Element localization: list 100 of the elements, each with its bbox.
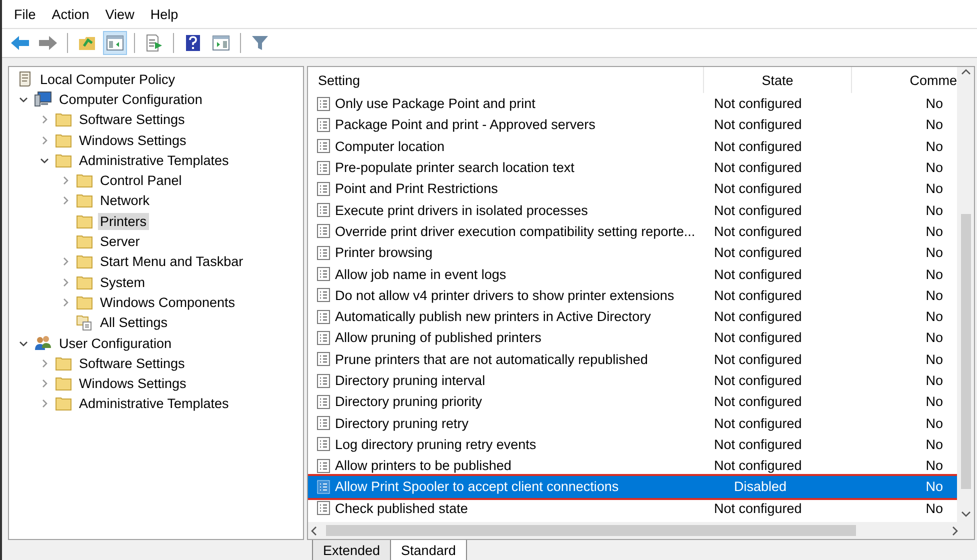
menu-item[interactable]: File — [8, 6, 46, 22]
tree-item[interactable]: Start Menu and Taskbar — [98, 253, 246, 270]
comment-cell-text: No — [924, 202, 944, 218]
scroll-up-icon[interactable] — [960, 67, 970, 77]
setting-icon — [316, 116, 331, 133]
setting-name: Do not allow v4 printer drivers to show printer extensions — [335, 288, 674, 303]
setting-icon — [316, 266, 331, 282]
expand-chevron-icon[interactable] — [40, 399, 49, 408]
table-row[interactable]: Allow pruning of published printers Not configured No — [308, 327, 957, 349]
setting-icon — [316, 394, 331, 410]
tree-pane-icon[interactable] — [106, 35, 124, 51]
table-row[interactable]: Point and Print Restrictions Not configured No — [308, 178, 957, 200]
state-cell-text: Not configured — [713, 96, 803, 112]
setting-name: Printer browsing — [335, 245, 433, 260]
tree-item[interactable]: Computer Configuration — [57, 90, 204, 108]
tree-item[interactable]: Control Panel — [98, 172, 184, 190]
setting-name: Computer location — [335, 138, 445, 154]
expand-chevron-icon[interactable] — [61, 176, 70, 186]
state-cell-text: Not configured — [713, 394, 803, 410]
view-tab[interactable]: Extended — [312, 540, 392, 560]
menu-item[interactable]: View — [99, 6, 144, 22]
table-row[interactable]: Computer location Not configured No — [308, 136, 957, 157]
setting-name: Log directory pruning retry events — [335, 436, 536, 452]
setting-icon — [316, 287, 331, 304]
view-tab[interactable]: Standard — [390, 540, 467, 560]
setting-name: Only use Package Point and print — [335, 96, 536, 112]
folder-icon — [55, 376, 72, 392]
table-row[interactable]: Directory pruning retry Not configured No — [308, 412, 957, 434]
tree-item[interactable]: Network — [98, 192, 152, 210]
table-row[interactable]: Allow job name in event logs Not configured No — [308, 263, 957, 285]
table-row[interactable]: Only use Package Point and print Not configured No — [308, 93, 957, 114]
tree-item[interactable]: Administrative Templates — [77, 152, 231, 169]
collapse-chevron-icon[interactable] — [19, 338, 28, 348]
expand-chevron-icon[interactable] — [40, 115, 49, 124]
column-header[interactable]: Setting — [308, 67, 704, 93]
tree-item[interactable]: Printers — [98, 212, 149, 230]
computer-icon — [34, 91, 52, 108]
folder-icon — [55, 152, 72, 168]
comment-cell-text: No — [924, 373, 944, 388]
expand-chevron-icon[interactable] — [61, 298, 70, 307]
tree-item[interactable]: Windows Settings — [77, 132, 188, 149]
tree-item[interactable]: Windows Components — [98, 294, 238, 311]
setting-icon — [316, 478, 331, 495]
tree-item[interactable]: Local Computer Policy — [38, 70, 178, 88]
highlighted-table-row[interactable]: Allow Print Spooler to accept client connections Disabled No — [308, 476, 957, 498]
expand-chevron-icon[interactable] — [61, 278, 70, 287]
action-pane-icon[interactable] — [212, 35, 230, 51]
help-icon[interactable] — [185, 34, 201, 52]
setting-icon — [316, 160, 331, 176]
expand-chevron-icon[interactable] — [40, 136, 49, 145]
setting-icon — [316, 436, 331, 452]
table-row[interactable]: Package Point and print - Approved servers Not configured No — [308, 114, 957, 136]
state-cell-text: Not configured — [713, 330, 803, 346]
table-row[interactable]: Allow printers to be published Not configured No — [308, 455, 957, 476]
setting-name: Allow Print Spooler to accept client connections — [335, 479, 619, 494]
table-row[interactable]: Do not allow v4 printer drivers to show printer extensions Not configured No — [308, 284, 957, 306]
column-header[interactable]: State — [704, 67, 852, 93]
collapse-chevron-icon[interactable] — [19, 94, 28, 104]
expand-chevron-icon[interactable] — [61, 196, 70, 206]
horizontal-scrollbar[interactable] — [308, 522, 974, 539]
state-cell-text: Not configured — [713, 352, 803, 367]
tree-item[interactable]: Software Settings — [77, 354, 187, 372]
folder-icon — [76, 254, 93, 270]
setting-name: Allow printers to be published — [335, 458, 512, 474]
scroll-right-icon[interactable] — [950, 526, 960, 536]
table-row[interactable]: Prune printers that are not automatically republished Not configured No — [308, 348, 957, 370]
vertical-scrollbar[interactable] — [957, 67, 974, 522]
expand-chevron-icon[interactable] — [40, 358, 49, 368]
table-row[interactable]: Directory pruning interval Not configured No — [308, 370, 957, 392]
menu-item[interactable]: Action — [46, 6, 100, 22]
comment-cell-text: No — [924, 96, 944, 112]
table-row[interactable]: Automatically publish new printers in Active Directory Not configured No — [308, 306, 957, 328]
tree-item[interactable]: Administrative Templates — [77, 395, 231, 412]
folder-icon — [55, 396, 72, 412]
tree-item[interactable]: Software Settings — [77, 111, 187, 128]
state-cell-text: Not configured — [713, 202, 803, 218]
table-row[interactable]: Pre-populate printer search location text Not configured No — [308, 156, 957, 178]
toolbar-button[interactable] — [103, 31, 127, 55]
table-row[interactable]: Directory pruning priority Not configured No — [308, 391, 957, 412]
tree-item[interactable]: Server — [98, 233, 142, 250]
setting-icon — [316, 458, 331, 474]
menu-item[interactable]: Help — [144, 6, 188, 22]
tree-item[interactable]: Windows Settings — [77, 375, 188, 392]
tree-item[interactable]: User Configuration — [57, 334, 174, 352]
state-cell-text: Not configured — [713, 138, 803, 154]
column-header[interactable]: Comme — [852, 67, 957, 93]
expand-chevron-icon[interactable] — [61, 257, 70, 266]
table-row[interactable]: Execute print drivers in isolated processes Not configured No — [308, 199, 957, 221]
table-row[interactable]: Log directory pruning retry events Not configured No — [308, 434, 957, 456]
tree-item[interactable]: All Settings — [98, 314, 170, 332]
setting-icon — [316, 500, 331, 516]
forward-icon[interactable] — [38, 35, 58, 51]
collapse-chevron-icon[interactable] — [40, 156, 49, 165]
tree-item[interactable]: System — [98, 274, 148, 291]
expand-chevron-icon[interactable] — [40, 379, 49, 388]
state-cell-text: Not configured — [713, 309, 803, 324]
table-row[interactable]: Override print driver execution compatibility setting reporte... Not configured No — [308, 220, 957, 242]
back-icon[interactable] — [10, 35, 30, 51]
table-row[interactable]: Printer browsing Not configured No — [308, 242, 957, 264]
table-row[interactable]: Check published state Not configured No — [308, 498, 957, 519]
